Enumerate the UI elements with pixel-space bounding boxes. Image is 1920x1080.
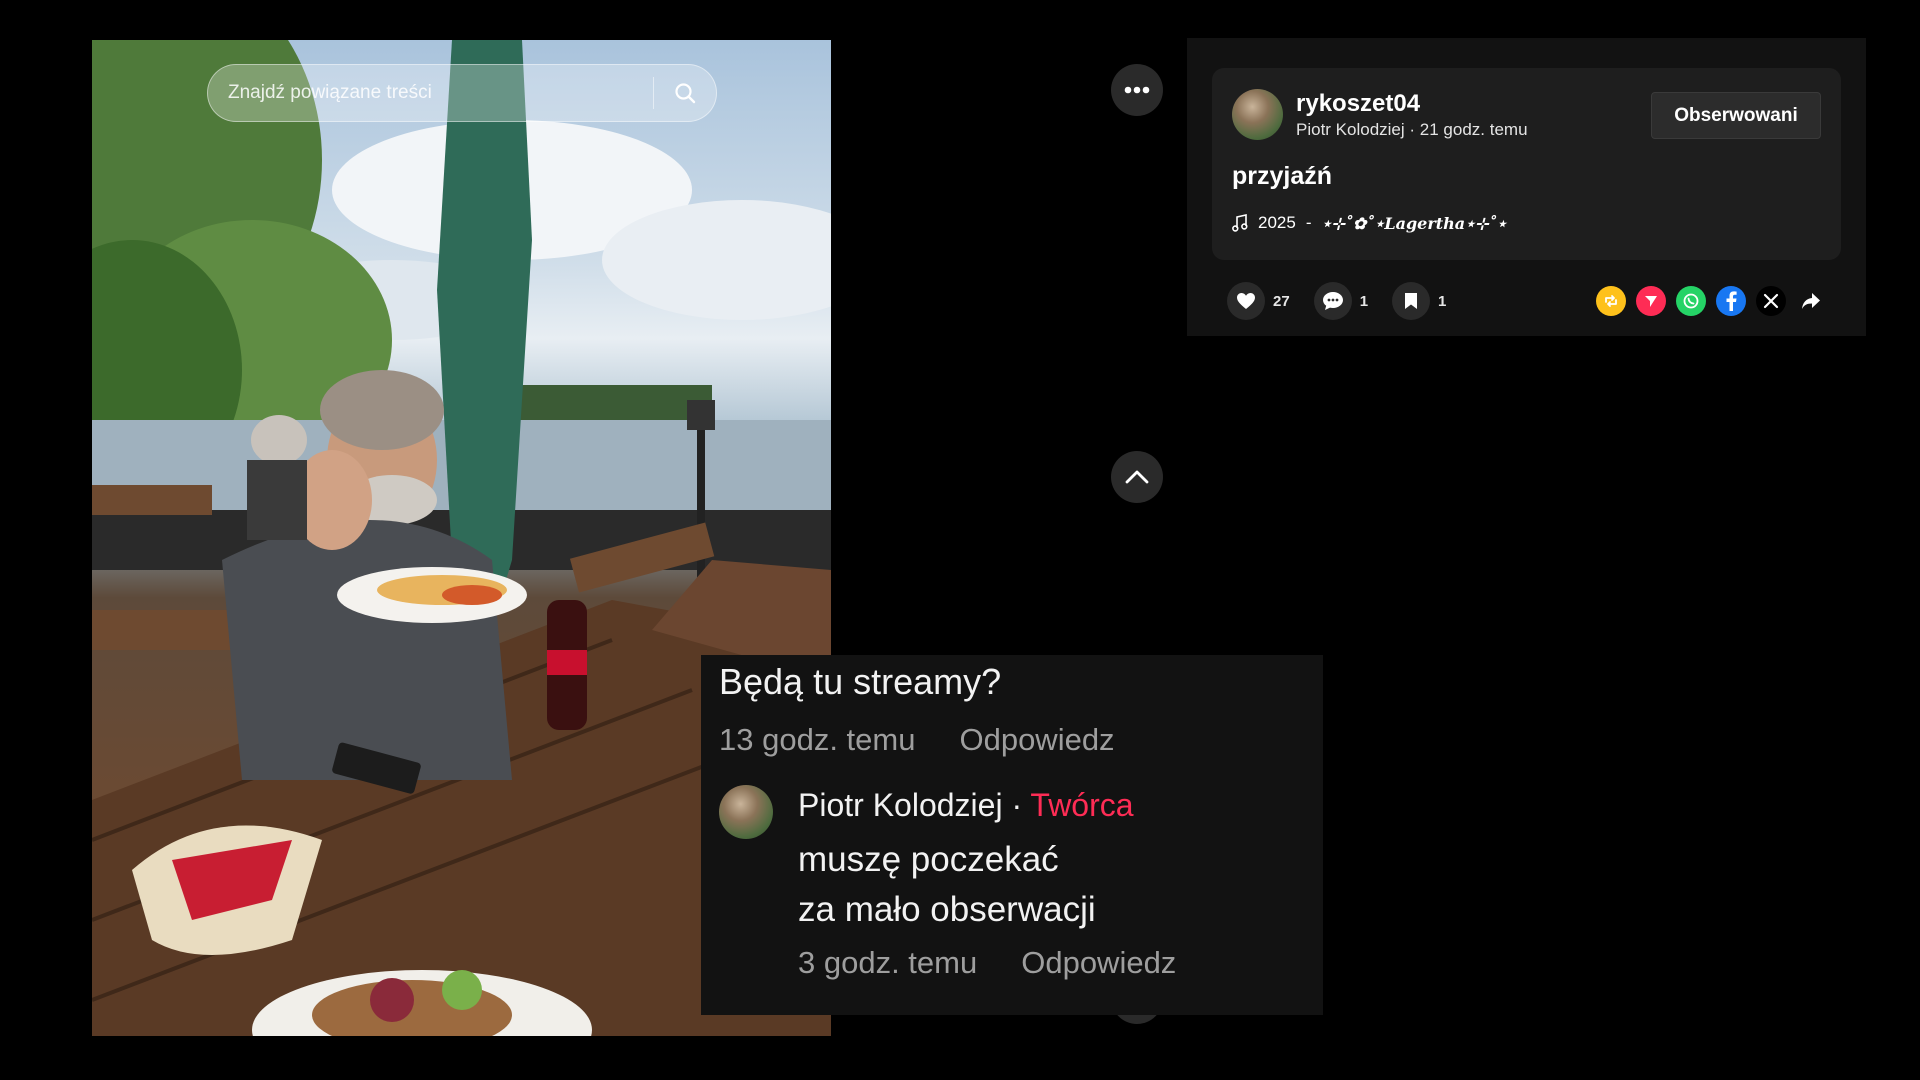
save-circle	[1392, 282, 1431, 320]
comments-overlay: Będą tu streamy? 13 godz. temu Odpowiedz…	[701, 655, 1323, 1015]
author-username[interactable]: rykoszet04	[1296, 90, 1420, 118]
music-info[interactable]: 2025 - ⋆⊹˚✿˚⋆Lagertha⋆⊹˚⋆	[1232, 213, 1507, 233]
previous-video-button[interactable]	[1111, 451, 1163, 503]
comment-meta: 13 godz. temu Odpowiedz	[719, 722, 1115, 758]
follow-button[interactable]: Obserwowani	[1651, 92, 1821, 139]
music-year: 2025	[1258, 213, 1296, 232]
reply-separator: ·	[1011, 787, 1023, 823]
comment-button[interactable]: 1	[1313, 282, 1369, 320]
reply-text-line-2: za mało obserwacji	[798, 890, 1096, 929]
reply-reply-button[interactable]: Odpowiedz	[1021, 945, 1176, 981]
music-sound-name: ⋆⊹˚✿˚⋆Lagertha⋆⊹˚⋆	[1321, 213, 1507, 233]
bookmark-icon	[1405, 293, 1418, 309]
like-button[interactable]: 27	[1227, 282, 1290, 320]
like-circle	[1227, 282, 1265, 320]
more-options-button[interactable]	[1111, 64, 1163, 116]
author-card: rykoszet04 Piotr Kolodziej · 21 godz. te…	[1212, 68, 1841, 260]
creator-badge: Twórca	[1030, 787, 1134, 823]
comment-text: Będą tu streamy?	[719, 661, 1002, 702]
post-info-panel: rykoszet04 Piotr Kolodziej · 21 godz. te…	[1187, 38, 1866, 336]
post-description: przyjaźń	[1232, 162, 1333, 190]
send-icon[interactable]	[1636, 286, 1666, 316]
x-icon[interactable]	[1756, 286, 1786, 316]
music-dash: -	[1305, 213, 1312, 232]
reply-meta: 3 godz. temu Odpowiedz	[798, 945, 1176, 981]
like-count: 27	[1273, 292, 1290, 310]
comment-time: 13 godz. temu	[719, 722, 916, 757]
save-button[interactable]: 1	[1392, 282, 1446, 320]
related-search-bar[interactable]	[207, 64, 717, 122]
share-arrow-icon[interactable]	[1796, 286, 1826, 316]
more-dots-icon	[1124, 86, 1150, 94]
search-input[interactable]	[208, 65, 653, 121]
repost-icon[interactable]	[1596, 286, 1626, 316]
comment-icon	[1322, 292, 1343, 310]
engagement-actions: 27 1 1	[1227, 282, 1470, 320]
post-time: 21 godz. temu	[1419, 120, 1528, 139]
chevron-up-icon	[1125, 470, 1149, 484]
comment-circle	[1313, 282, 1352, 320]
search-button[interactable]	[654, 65, 716, 121]
whatsapp-icon[interactable]	[1676, 286, 1706, 316]
subline-separator: ·	[1409, 120, 1420, 139]
author-subline: Piotr Kolodziej · 21 godz. temu	[1296, 120, 1528, 140]
reply-author[interactable]: Piotr Kolodziej	[798, 787, 1003, 823]
heart-icon	[1237, 293, 1255, 309]
author-display-name[interactable]: Piotr Kolodziej	[1296, 120, 1405, 139]
reply-avatar[interactable]	[719, 785, 773, 839]
comment-reply-button[interactable]: Odpowiedz	[959, 722, 1114, 758]
search-icon	[675, 83, 696, 104]
reply-time: 3 godz. temu	[798, 945, 978, 980]
comment-count: 1	[1359, 292, 1369, 310]
share-buttons	[1596, 286, 1826, 316]
author-avatar[interactable]	[1232, 89, 1283, 140]
facebook-icon[interactable]	[1716, 286, 1746, 316]
reply-text: muszę poczekać za mało obserwacji	[798, 835, 1096, 935]
reply-text-line-1: muszę poczekać	[798, 840, 1059, 879]
save-count: 1	[1438, 292, 1447, 310]
reply-author-line: Piotr Kolodziej · Twórca	[798, 787, 1134, 824]
music-note-icon	[1232, 214, 1248, 232]
